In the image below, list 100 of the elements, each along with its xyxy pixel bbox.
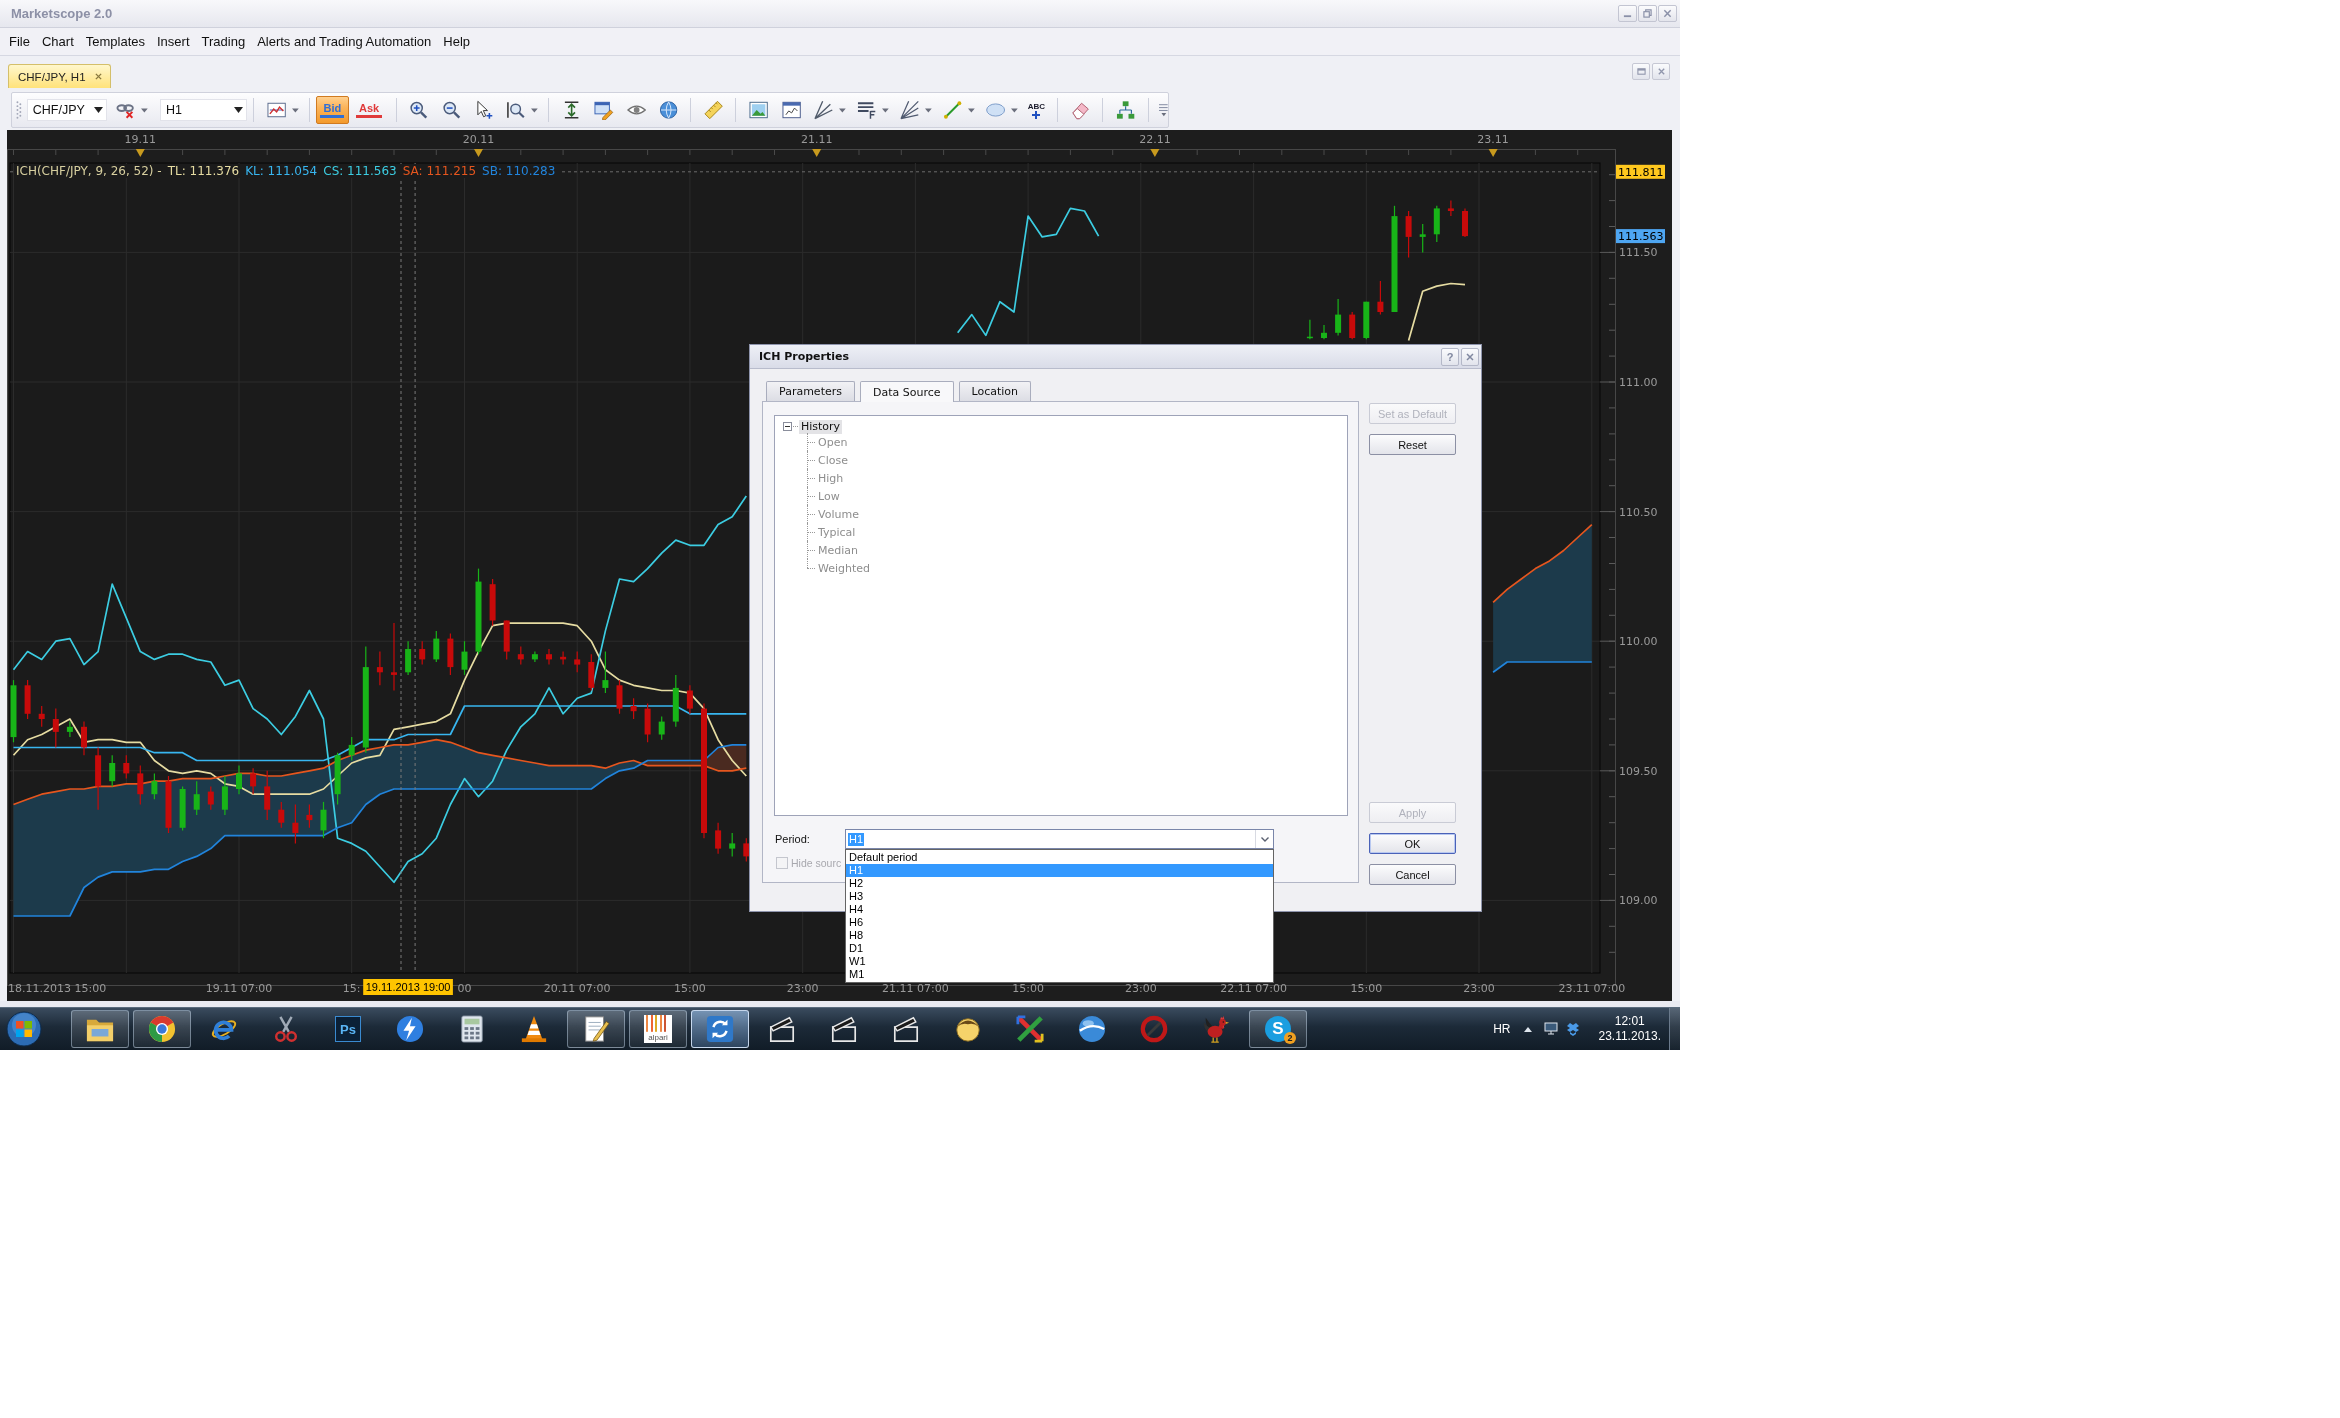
dropdown-option[interactable]: H4	[846, 903, 1273, 916]
symbol-combo[interactable]: CHF/JPY	[26, 99, 108, 121]
pitchfork-icon[interactable]	[813, 100, 834, 120]
scissors-icon[interactable]	[272, 1015, 300, 1043]
price-toggle[interactable]: Ask	[352, 96, 386, 124]
lightning-icon[interactable]	[396, 1015, 424, 1043]
taskbar-button[interactable]: alpari	[629, 1010, 687, 1048]
cartoon-head-icon[interactable]	[954, 1015, 982, 1043]
clapperboard-icon[interactable]	[768, 1015, 796, 1043]
dropdown-option[interactable]: H6	[846, 916, 1273, 929]
caret-icon[interactable]	[839, 107, 846, 113]
close-button[interactable]	[1658, 5, 1677, 22]
taskbar-button[interactable]	[71, 1010, 129, 1048]
pointer-plus-icon[interactable]	[474, 100, 494, 120]
ruler-icon[interactable]	[704, 100, 724, 120]
app-logo[interactable]: Ps	[335, 1016, 361, 1042]
overflow-icon[interactable]	[1158, 103, 1169, 117]
dropdown-option[interactable]: H3	[846, 890, 1273, 903]
tree-item[interactable]: History	[799, 419, 843, 434]
menu-item[interactable]: Help	[437, 32, 477, 51]
calculator-icon[interactable]	[458, 1015, 486, 1043]
caret-icon[interactable]	[968, 107, 975, 113]
caret-icon[interactable]	[141, 107, 148, 113]
candle	[1405, 210, 1412, 259]
candle	[151, 772, 158, 800]
menu-item[interactable]: Templates	[79, 32, 151, 51]
zoom-out-icon[interactable]	[441, 100, 461, 120]
taskbar-button[interactable]	[567, 1010, 625, 1048]
chart-window-icon[interactable]	[781, 100, 801, 120]
sphere-icon[interactable]	[1078, 1015, 1106, 1043]
clapperboard-icon[interactable]	[830, 1015, 858, 1043]
open-box-icon[interactable]	[1566, 1022, 1581, 1036]
traffic-cone-icon[interactable]	[520, 1015, 548, 1043]
chevron-up-icon[interactable]	[1524, 1026, 1533, 1032]
candle	[616, 679, 623, 715]
dialog-tab[interactable]: Data Source	[859, 381, 954, 402]
caret-icon[interactable]	[925, 107, 932, 113]
dialog-button[interactable]: Cancel	[1369, 864, 1456, 885]
candle	[419, 640, 426, 666]
taskbar-button[interactable]	[133, 1010, 191, 1048]
time-axis-label: 20.11 07:00	[543, 982, 611, 995]
picture-icon[interactable]	[749, 100, 769, 120]
window-pencil-icon[interactable]	[594, 100, 614, 120]
crossed-arrows-icon[interactable]	[1016, 1015, 1044, 1043]
menu-item[interactable]: Trading	[195, 32, 252, 51]
clock-time[interactable]: 12:01	[1614, 1014, 1645, 1029]
restore-button[interactable]	[1632, 63, 1650, 80]
dropdown-option[interactable]: H2	[846, 877, 1273, 890]
candle	[546, 648, 552, 666]
legend-entry: CS: 111.563	[323, 164, 397, 178]
date-label: 21.11	[800, 133, 833, 146]
close-button[interactable]	[1652, 63, 1670, 80]
horizontal-lines-icon[interactable]	[856, 100, 877, 120]
close-icon[interactable]	[94, 73, 102, 80]
minimize-button[interactable]	[1618, 5, 1637, 22]
rooster-icon[interactable]	[1202, 1015, 1230, 1043]
dropdown-option[interactable]: Default period	[846, 851, 1273, 864]
close-button[interactable]	[1461, 347, 1479, 366]
zoom-in-icon[interactable]	[409, 100, 429, 120]
monitor-icon[interactable]	[1544, 1022, 1559, 1036]
show-desktop-button[interactable]	[1669, 1008, 1680, 1050]
dialog-button[interactable]: Reset	[1369, 434, 1456, 455]
dialog-button[interactable]: OK	[1369, 833, 1456, 854]
clapperboard-icon[interactable]	[892, 1015, 920, 1043]
restore-button[interactable]	[1638, 5, 1657, 22]
menu-item[interactable]: File	[3, 32, 36, 51]
close-icon	[1656, 67, 1666, 76]
dialog-tab[interactable]: Location	[958, 381, 1032, 401]
dropdown-option[interactable]: M1	[846, 968, 1273, 981]
globe-icon[interactable]	[658, 100, 679, 120]
start-icon[interactable]	[6, 1011, 42, 1047]
line-chart-icon[interactable]	[266, 100, 287, 120]
candle	[179, 785, 186, 831]
taskbar-button[interactable]	[691, 1010, 749, 1048]
dropdown-option[interactable]: D1	[846, 942, 1273, 955]
zoom-range-icon[interactable]	[506, 100, 526, 120]
dialog-tab[interactable]: Parameters	[766, 381, 855, 401]
menu-item[interactable]: Insert	[151, 32, 196, 51]
hierarchy-icon[interactable]	[1116, 100, 1136, 120]
text-tool-button[interactable]: ABC	[1027, 101, 1046, 119]
caret-icon[interactable]	[531, 107, 539, 113]
period-combo[interactable]: H1	[160, 99, 247, 121]
caret-icon[interactable]	[882, 107, 889, 113]
candle	[1306, 319, 1313, 340]
language-indicator[interactable]: HR	[1493, 1022, 1511, 1036]
collapse-icon[interactable]	[783, 422, 792, 431]
clock-date[interactable]: 23.11.2013.	[1598, 1029, 1661, 1044]
taskbar-button[interactable]: S 2	[1249, 1010, 1307, 1048]
dropdown-option[interactable]: H8	[846, 929, 1273, 942]
menu-item[interactable]: Alerts and Trading Automation	[251, 32, 438, 51]
document-tab[interactable]: CHF/JPY, H1	[8, 64, 111, 88]
dropdown-option[interactable]: W1	[846, 955, 1273, 968]
line-tool-icon[interactable]	[942, 100, 963, 120]
grip-icon[interactable]	[16, 100, 22, 120]
ring-icon[interactable]	[1140, 1015, 1168, 1043]
menu-item[interactable]: Chart	[35, 32, 80, 51]
caret-icon[interactable]	[1011, 107, 1018, 113]
caret-icon[interactable]	[292, 107, 299, 113]
fan-lines-icon[interactable]	[899, 100, 920, 120]
eraser-icon[interactable]	[1071, 100, 1091, 120]
